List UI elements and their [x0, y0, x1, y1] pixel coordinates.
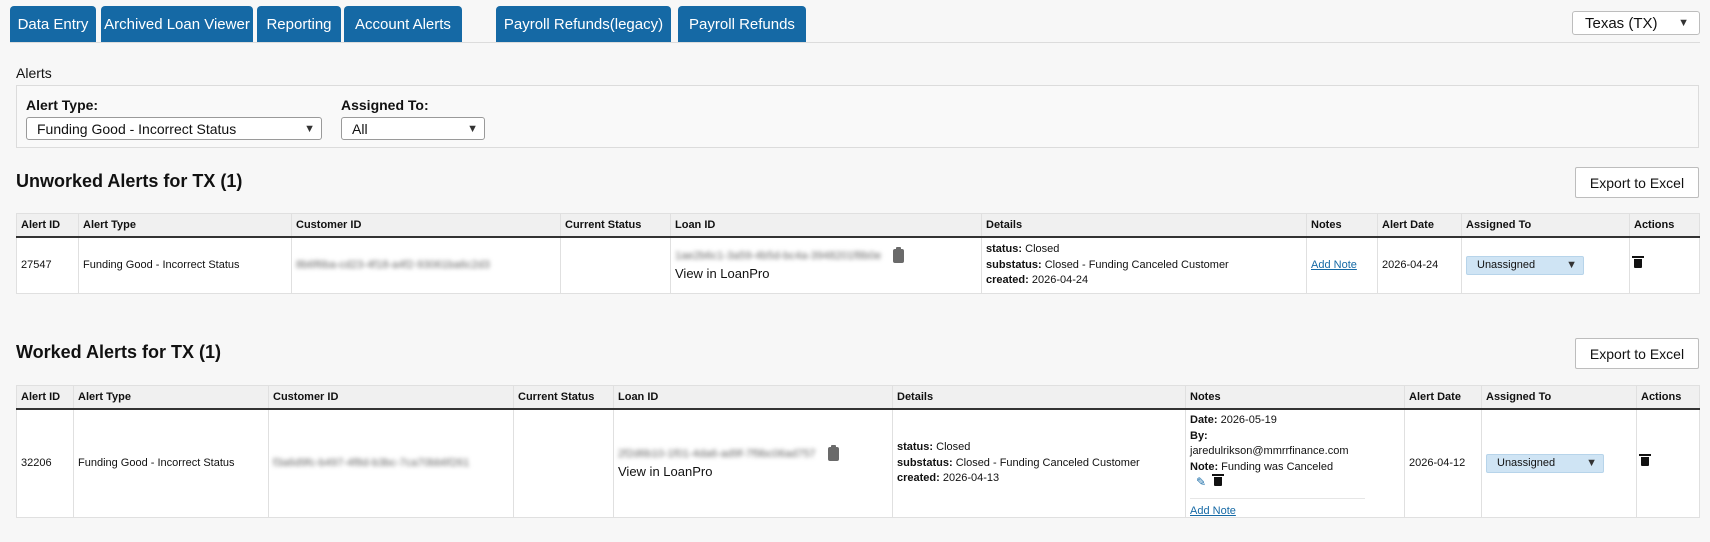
details-cell: status: Closed substatus: Closed - Fundi…	[981, 236, 1307, 294]
trash-icon[interactable]	[1639, 454, 1651, 467]
column-header: Loan ID	[613, 385, 893, 410]
table-header-row: Alert ID Alert Type Customer ID Current …	[16, 213, 1700, 238]
loan-id: 1ae2b6c1-3a59-4b5d-bc4a-3948201f8b0e	[675, 250, 882, 263]
notes-cell: Date: 2026-05-19 By: jaredulrikson@mmrrf…	[1185, 408, 1405, 518]
edit-icon[interactable]: ✎	[1196, 475, 1206, 489]
tab-reporting[interactable]: Reporting	[257, 6, 341, 42]
actions-cell	[1636, 408, 1700, 518]
tab-payroll-refunds[interactable]: Payroll Refunds	[678, 6, 806, 42]
column-header: Assigned To	[1481, 385, 1637, 410]
table-header-row: Alert ID Alert Type Customer ID Current …	[16, 385, 1700, 410]
chevron-down-icon: ▼	[1566, 259, 1577, 272]
column-header: Alert Type	[73, 385, 269, 410]
alert-id: 32206	[16, 408, 74, 518]
unworked-alerts-title: Unworked Alerts for TX (1)	[16, 171, 243, 191]
column-header: Alert ID	[16, 385, 74, 410]
customer-id: f3a6d9fc-b497-4f8d-b3bc-7ca70bb6f261	[273, 457, 470, 470]
column-header: Alert Type	[78, 213, 292, 238]
alert-date: 2026-04-24	[1377, 236, 1462, 294]
notes-cell: Add Note	[1306, 236, 1378, 294]
details-cell: status: Closed substatus: Closed - Fundi…	[892, 408, 1186, 518]
assigned-to-dropdown[interactable]: Unassigned ▼	[1466, 255, 1584, 275]
state-select-value: Texas (TX)	[1585, 14, 1658, 32]
column-header: Assigned To	[1461, 213, 1630, 238]
customer-id-cell: 8b6f6ba-cd23-4f18-a4f2-93061ba6c2d3	[291, 236, 561, 294]
chevron-down-icon: ▼	[467, 122, 478, 135]
trash-icon[interactable]	[1632, 256, 1644, 269]
unworked-alerts-table: Alert ID Alert Type Customer ID Current …	[16, 213, 1700, 294]
alert-type: Funding Good - Incorrect Status	[73, 408, 269, 518]
worked-alerts-table: Alert ID Alert Type Customer ID Current …	[16, 385, 1700, 518]
view-in-loanpro-link[interactable]: View in LoanPro	[675, 266, 977, 281]
clipboard-icon[interactable]	[827, 445, 839, 462]
alert-id: 27547	[16, 236, 79, 294]
column-header: Actions	[1629, 213, 1700, 238]
alert-type: Funding Good - Incorrect Status	[78, 236, 292, 294]
trash-icon[interactable]	[1212, 474, 1225, 486]
add-note-link[interactable]: Add Note	[1190, 505, 1236, 517]
column-header: Alert Date	[1377, 213, 1462, 238]
export-to-excel-button[interactable]: Export to Excel	[1575, 167, 1699, 198]
column-header: Alert Date	[1404, 385, 1482, 410]
column-header: Loan ID	[670, 213, 982, 238]
loan-id-cell: 1ae2b6c1-3a59-4b5d-bc4a-3948201f8b0e Vie…	[670, 236, 982, 294]
current-status	[560, 236, 671, 294]
alert-type-select[interactable]: Funding Good - Incorrect Status ▼	[26, 117, 322, 140]
chevron-down-icon: ▼	[1586, 457, 1597, 470]
tab-payroll-refunds-legacy[interactable]: Payroll Refunds(legacy)	[496, 6, 671, 42]
actions-cell	[1629, 236, 1700, 294]
assigned-to-cell: Unassigned ▼	[1481, 408, 1637, 518]
column-header: Actions	[1636, 385, 1700, 410]
tab-archived-loan-viewer[interactable]: Archived Loan Viewer	[101, 6, 253, 42]
tab-account-alerts[interactable]: Account Alerts	[344, 6, 462, 42]
assigned-to-select[interactable]: All ▼	[341, 117, 485, 140]
table-row: 32206 Funding Good - Incorrect Status f3…	[16, 408, 1700, 518]
view-in-loanpro-link[interactable]: View in LoanPro	[618, 464, 888, 479]
tab-data-entry[interactable]: Data Entry	[10, 6, 96, 42]
worked-alerts-title: Worked Alerts for TX (1)	[16, 342, 222, 362]
column-header: Customer ID	[291, 213, 561, 238]
chevron-down-icon: ▼	[304, 122, 315, 135]
assigned-to-cell: Unassigned ▼	[1461, 236, 1630, 294]
alert-type-label: Alert Type:	[26, 97, 99, 113]
customer-id-cell: f3a6d9fc-b497-4f8d-b3bc-7ca70bb6f261	[268, 408, 514, 518]
column-header: Customer ID	[268, 385, 514, 410]
column-header: Alert ID	[16, 213, 79, 238]
column-header: Details	[981, 213, 1307, 238]
assigned-to-label: Assigned To:	[341, 97, 429, 113]
state-select[interactable]: Texas (TX) ▼	[1572, 11, 1700, 35]
column-header: Notes	[1185, 385, 1405, 410]
column-header: Notes	[1306, 213, 1378, 238]
customer-id: 8b6f6ba-cd23-4f18-a4f2-93061ba6c2d3	[296, 259, 490, 272]
column-header: Current Status	[513, 385, 614, 410]
loan-id: 2f2d6b10-1f01-4da6-ad9f-7f9bc06ad757	[618, 448, 816, 461]
tab-bar: Data Entry Archived Loan Viewer Reportin…	[10, 6, 1700, 43]
note-entry: Date: 2026-05-19 By: jaredulrikson@mmrrf…	[1190, 413, 1365, 499]
chevron-down-icon: ▼	[1678, 17, 1689, 29]
add-note-link[interactable]: Add Note	[1311, 259, 1357, 271]
alerts-heading: Alerts	[16, 65, 52, 81]
column-header: Current Status	[560, 213, 671, 238]
clipboard-icon[interactable]	[893, 247, 905, 264]
column-header: Details	[892, 385, 1186, 410]
table-row: 27547 Funding Good - Incorrect Status 8b…	[16, 236, 1700, 294]
current-status	[513, 408, 614, 518]
alert-date: 2026-04-12	[1404, 408, 1482, 518]
assigned-to-dropdown[interactable]: Unassigned ▼	[1486, 453, 1604, 473]
filter-panel: Alert Type: Funding Good - Incorrect Sta…	[16, 85, 1699, 148]
loan-id-cell: 2f2d6b10-1f01-4da6-ad9f-7f9bc06ad757 Vie…	[613, 408, 893, 518]
export-to-excel-button[interactable]: Export to Excel	[1575, 338, 1699, 369]
